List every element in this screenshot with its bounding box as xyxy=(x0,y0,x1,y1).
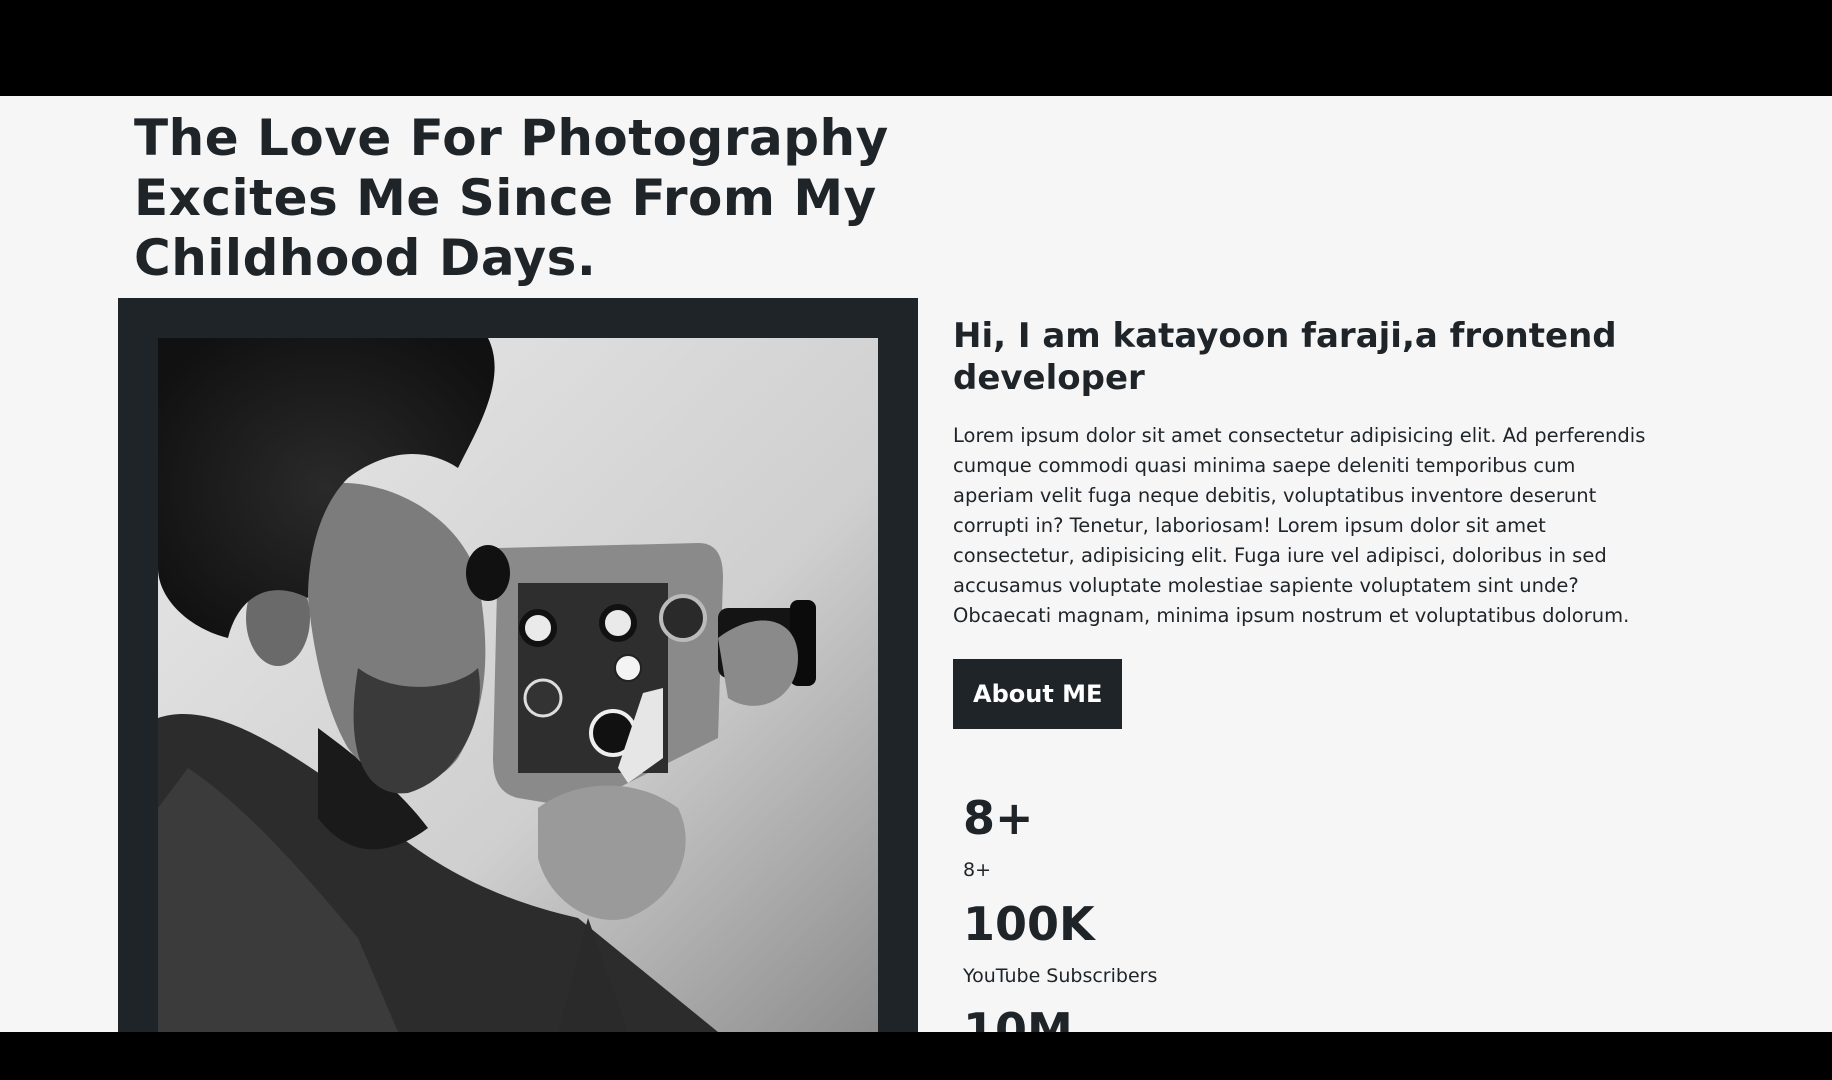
portfolio-page: The Love For Photography Excites Me Sinc… xyxy=(0,0,1832,1080)
about-heading: Hi, I am katayoon faraji,a frontend deve… xyxy=(953,316,1617,398)
about-paragraph: Lorem ipsum dolor sit amet consectetur a… xyxy=(953,424,1646,627)
stats-list: 8+ 8+ 100K YouTube Subscribers 10M xyxy=(963,790,1363,1058)
stat-label: 8+ xyxy=(963,859,992,881)
photographer-photo xyxy=(158,338,878,1032)
stat-value: 8+ xyxy=(963,791,1034,845)
photo-frame xyxy=(118,298,918,1032)
top-bar xyxy=(0,0,1832,96)
about-section: Hi, I am katayoon faraji,a frontend deve… xyxy=(953,315,1673,729)
hero-headline: The Love For Photography Excites Me Sinc… xyxy=(134,109,889,287)
stat-item: 8+ 8+ xyxy=(963,790,1363,882)
stat-label: YouTube Subscribers xyxy=(963,965,1158,987)
about-me-button[interactable]: About ME xyxy=(953,659,1123,729)
bottom-bar xyxy=(0,1032,1832,1080)
stat-item: 100K YouTube Subscribers xyxy=(963,896,1363,988)
stat-value: 100K xyxy=(963,897,1095,951)
photographer-illustration xyxy=(158,338,878,1032)
